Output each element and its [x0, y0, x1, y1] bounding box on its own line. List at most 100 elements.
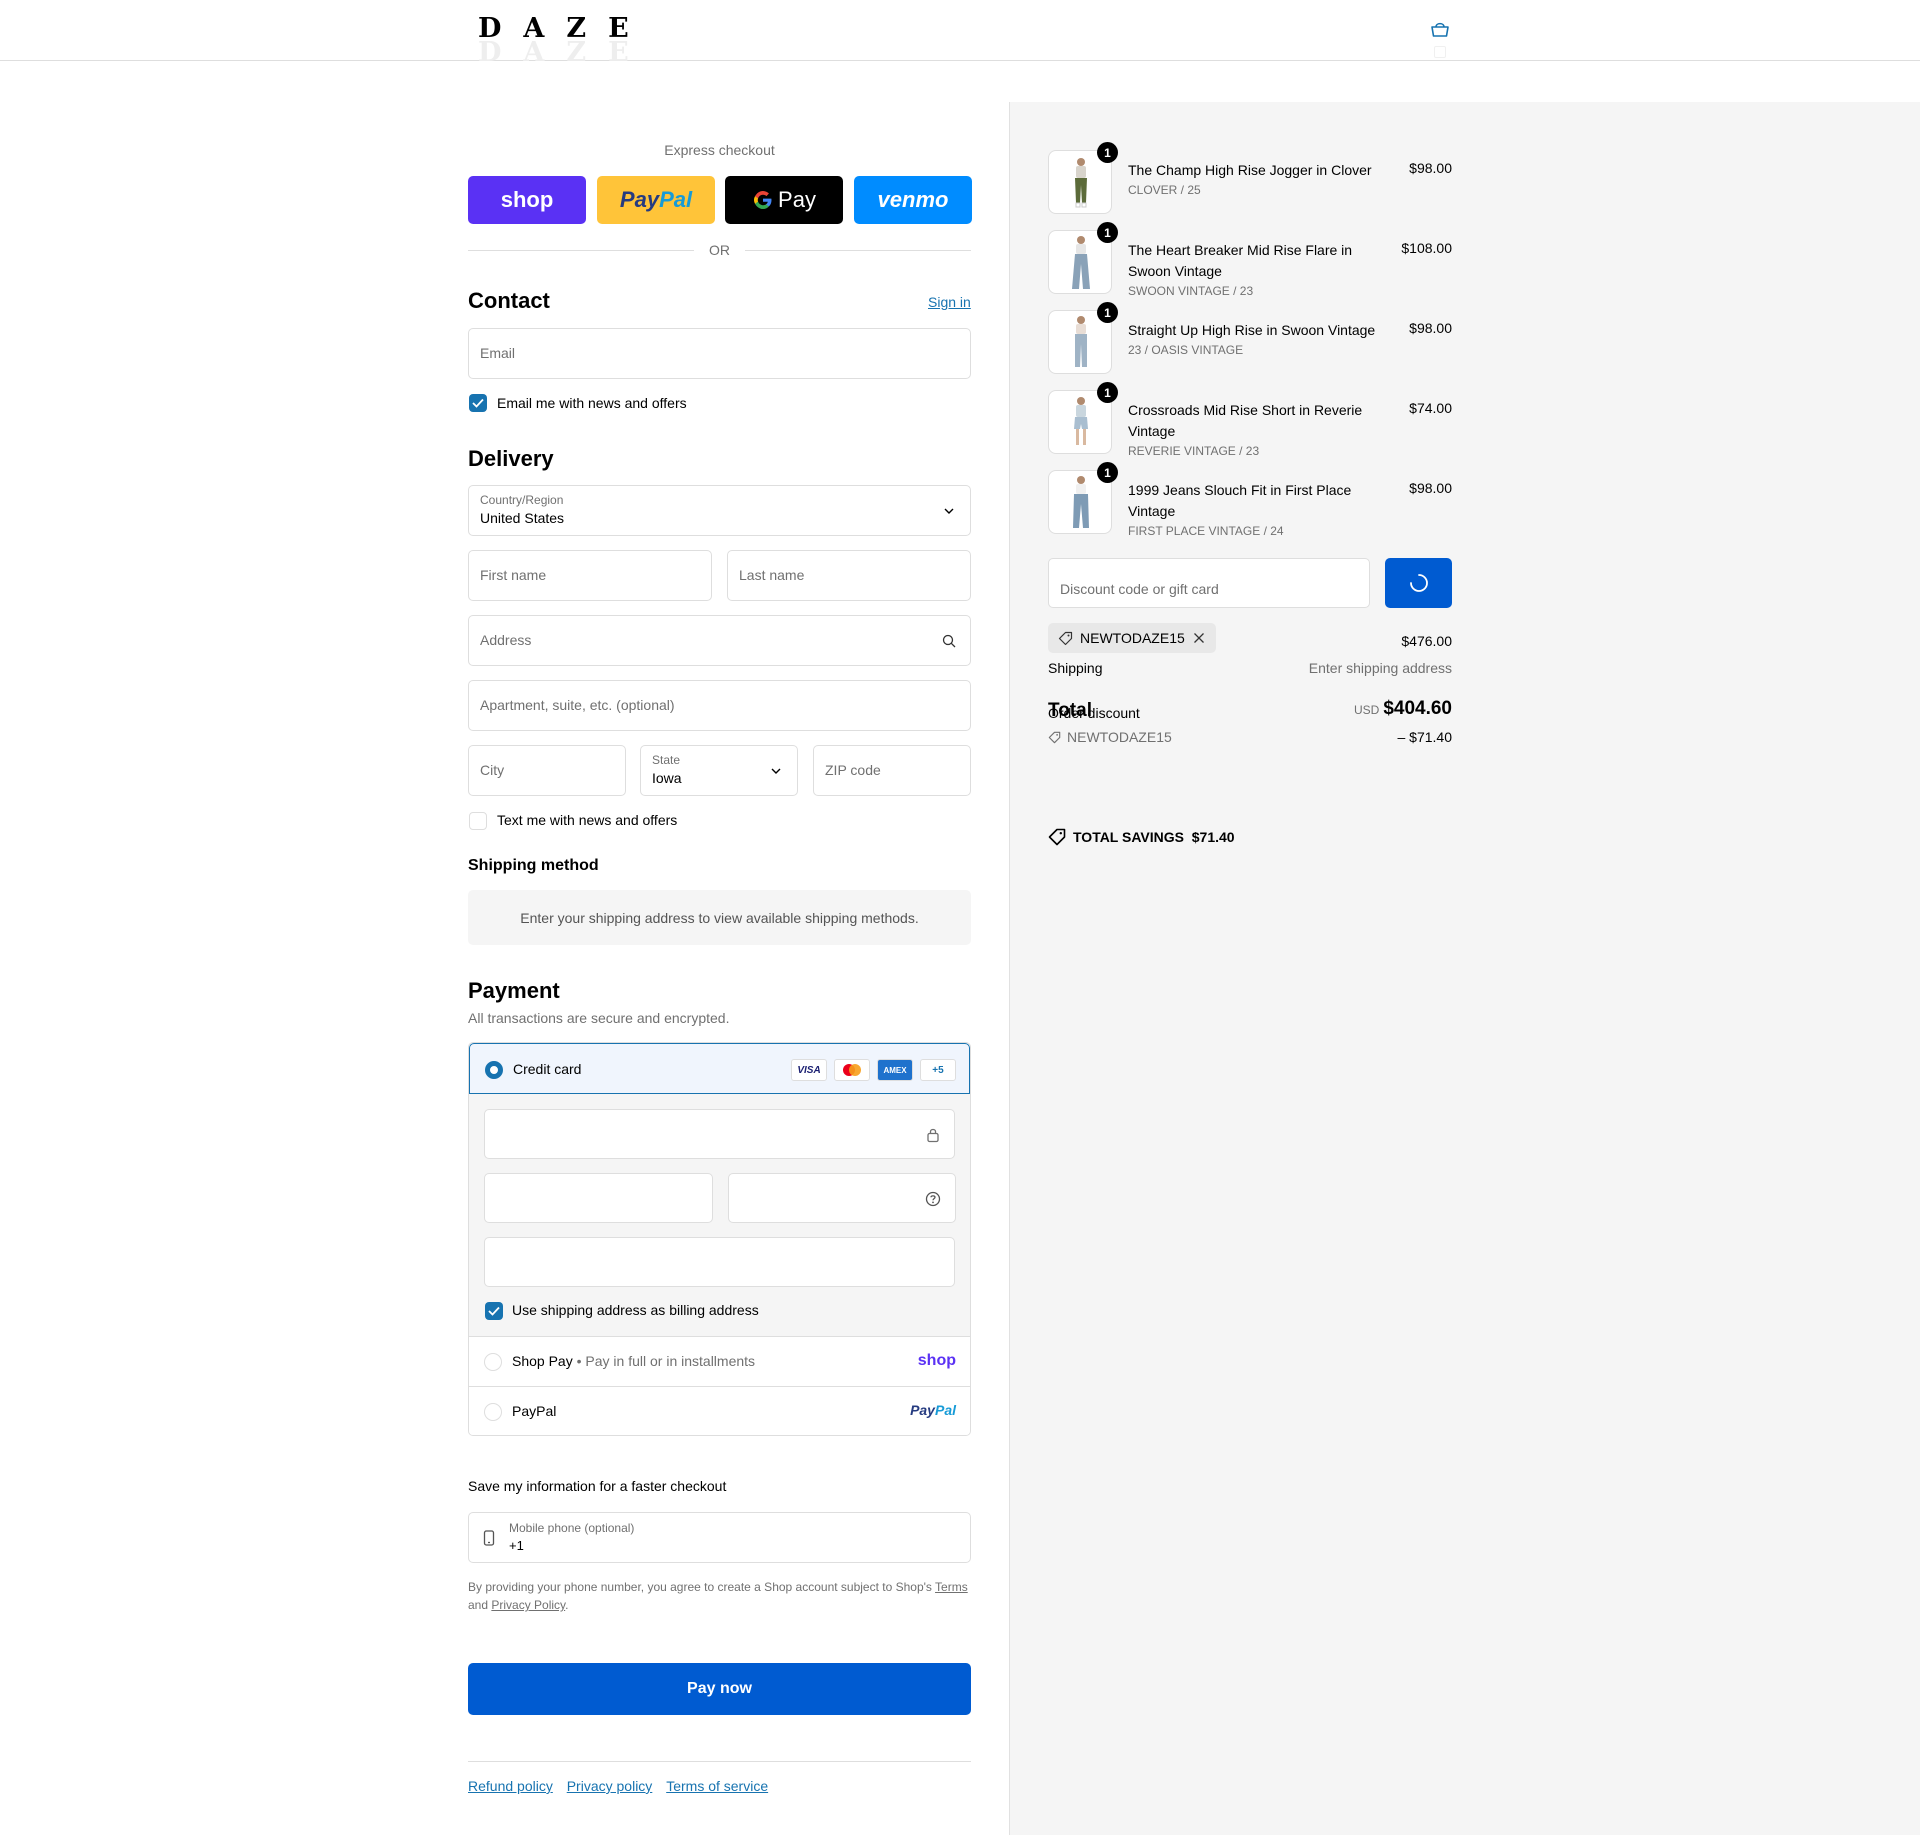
first-name-placeholder: First name [480, 567, 547, 583]
footer-links: Refund policy Privacy policy Terms of se… [468, 1778, 768, 1794]
sms-news-checkbox[interactable] [469, 812, 487, 830]
paypal-option[interactable]: PayPal PayPal [469, 1387, 970, 1435]
loading-spinner-icon [1410, 574, 1428, 592]
help-icon[interactable] [925, 1191, 941, 1207]
express-checkout-title: Express checkout [664, 142, 775, 158]
paypal-express-button[interactable]: Pay Pal [597, 176, 715, 224]
mastercard-icon [834, 1059, 870, 1081]
shop-privacy-link[interactable]: Privacy Policy [491, 1598, 565, 1612]
tag-icon [1058, 631, 1073, 646]
terms-of-service-link[interactable]: Terms of service [666, 1778, 768, 1794]
apply-discount-button[interactable] [1385, 558, 1452, 608]
google-g-icon [754, 191, 772, 209]
state-select[interactable]: State Iowa [640, 745, 798, 796]
chevron-down-icon [944, 508, 954, 514]
shop-pay-label: Shop Pay • Pay in full or in installment… [512, 1353, 755, 1369]
close-icon[interactable] [1193, 632, 1205, 644]
paypal-label: PayPal [512, 1403, 557, 1419]
search-icon [942, 634, 956, 648]
email-field[interactable]: Email [468, 328, 971, 379]
credit-card-option[interactable]: Credit card VISA AMEX +5 [469, 1043, 970, 1094]
shop-pay-radio[interactable] [484, 1353, 502, 1371]
privacy-policy-link[interactable]: Privacy policy [567, 1778, 653, 1794]
checkmark-icon [472, 398, 484, 408]
card-number-field[interactable] [484, 1109, 955, 1159]
footer-divider [468, 1761, 971, 1762]
shipping-methods-message: Enter your shipping address to view avai… [520, 909, 919, 926]
cart-item: 1 Straight Up High Rise in Swoon Vintage… [1048, 302, 1452, 374]
product-variant: REVERIE VINTAGE / 23 [1128, 444, 1260, 458]
quantity-badge: 1 [1097, 382, 1118, 403]
or-divider: OR [468, 240, 971, 260]
payment-subtitle: All transactions are secure and encrypte… [468, 1010, 730, 1026]
tag-icon [1048, 731, 1061, 744]
product-price: $108.00 [1401, 240, 1452, 256]
shop-terms-link[interactable]: Terms [935, 1580, 968, 1594]
contact-heading: Contact [468, 288, 550, 313]
legal-text-part: By providing your phone number, you agre… [468, 1580, 936, 1594]
last-name-field[interactable]: Last name [727, 550, 971, 601]
country-select[interactable]: Country/Region United States [468, 485, 971, 536]
email-news-label: Email me with news and offers [497, 395, 687, 411]
shipping-label: Shipping [1048, 660, 1103, 676]
last-name-placeholder: Last name [739, 567, 805, 583]
product-price: $74.00 [1409, 400, 1452, 416]
zip-field[interactable]: ZIP code [813, 745, 971, 796]
google-pay-button[interactable]: Pay [725, 176, 843, 224]
shop-pay-option[interactable]: Shop Pay • Pay in full or in installment… [469, 1337, 970, 1387]
total-amount: USD $404.60 [1330, 698, 1452, 720]
product-name: 1999 Jeans Slouch Fit in First Place Vin… [1128, 482, 1352, 519]
address-field[interactable]: Address [468, 615, 971, 666]
refund-policy-link[interactable]: Refund policy [468, 1778, 553, 1794]
discount-code-summary: NEWTODAZE15 [1067, 729, 1172, 745]
google-pay-label: Pay [778, 187, 816, 212]
security-code-field[interactable] [728, 1173, 956, 1223]
currency-code: USD [1353, 703, 1380, 717]
lock-icon [927, 1128, 939, 1143]
country-label: Country/Region [480, 493, 564, 507]
top-bar: DAZE DAZE [0, 0, 1920, 64]
mobile-phone-field[interactable]: Mobile phone (optional) +1 [468, 1512, 971, 1563]
subtotal-value: $476.00 [1401, 633, 1452, 649]
cart-icon-shadow [1434, 46, 1446, 58]
shop-pay-button[interactable]: shop [468, 176, 586, 224]
credit-card-radio[interactable] [485, 1061, 503, 1079]
venmo-button[interactable]: venmo [854, 176, 972, 224]
state-value: Iowa [652, 770, 682, 786]
or-label: OR [709, 242, 730, 258]
paypal-radio[interactable] [484, 1403, 502, 1421]
mobile-phone-label: Mobile phone (optional) [509, 1521, 635, 1535]
discount-code-field[interactable]: Discount code or gift card [1048, 558, 1370, 608]
cart-item: 1 The Heart Breaker Mid Rise Flare in Sw… [1048, 222, 1452, 298]
visa-icon: VISA [791, 1059, 827, 1081]
paypal-logo-part: Pay [619, 187, 660, 212]
expiration-field[interactable] [484, 1173, 713, 1223]
first-name-field[interactable]: First name [468, 550, 712, 601]
legal-text-part: and [468, 1598, 492, 1612]
checkmark-icon [488, 1306, 500, 1316]
total-savings-value: $71.40 [1191, 829, 1235, 845]
city-field[interactable]: City [468, 745, 626, 796]
total-savings: TOTAL SAVINGS $71.40 [1073, 829, 1235, 845]
cart-icon[interactable] [1428, 20, 1452, 40]
apartment-field[interactable]: Apartment, suite, etc. (optional) [468, 680, 971, 731]
product-name: The Heart Breaker Mid Rise Flare in Swoo… [1128, 242, 1353, 279]
shop-pay-subtitle: Pay in full or in installments [585, 1353, 756, 1369]
sign-in-link[interactable]: Sign in [928, 294, 971, 310]
amex-icon: AMEX [877, 1059, 913, 1081]
savings-tag-icon [1048, 828, 1066, 846]
product-variant: FIRST PLACE VINTAGE / 24 [1128, 524, 1284, 538]
venmo-logo: venmo [877, 187, 949, 212]
name-on-card-field[interactable] [484, 1237, 955, 1287]
paypal-logo-part: Pal [659, 187, 693, 212]
email-news-checkbox[interactable] [469, 394, 487, 412]
billing-same-label: Use shipping address as billing address [512, 1302, 759, 1318]
product-variant: SWOON VINTAGE / 23 [1128, 284, 1254, 298]
paypal-logo: PayPal [910, 1402, 956, 1418]
credit-card-label: Credit card [513, 1061, 582, 1077]
country-value: United States [480, 510, 565, 526]
billing-same-checkbox[interactable] [485, 1302, 503, 1320]
pay-now-button[interactable]: Pay now [468, 1663, 971, 1715]
quantity-badge: 1 [1097, 222, 1118, 243]
shipping-method-heading: Shipping method [468, 857, 599, 874]
